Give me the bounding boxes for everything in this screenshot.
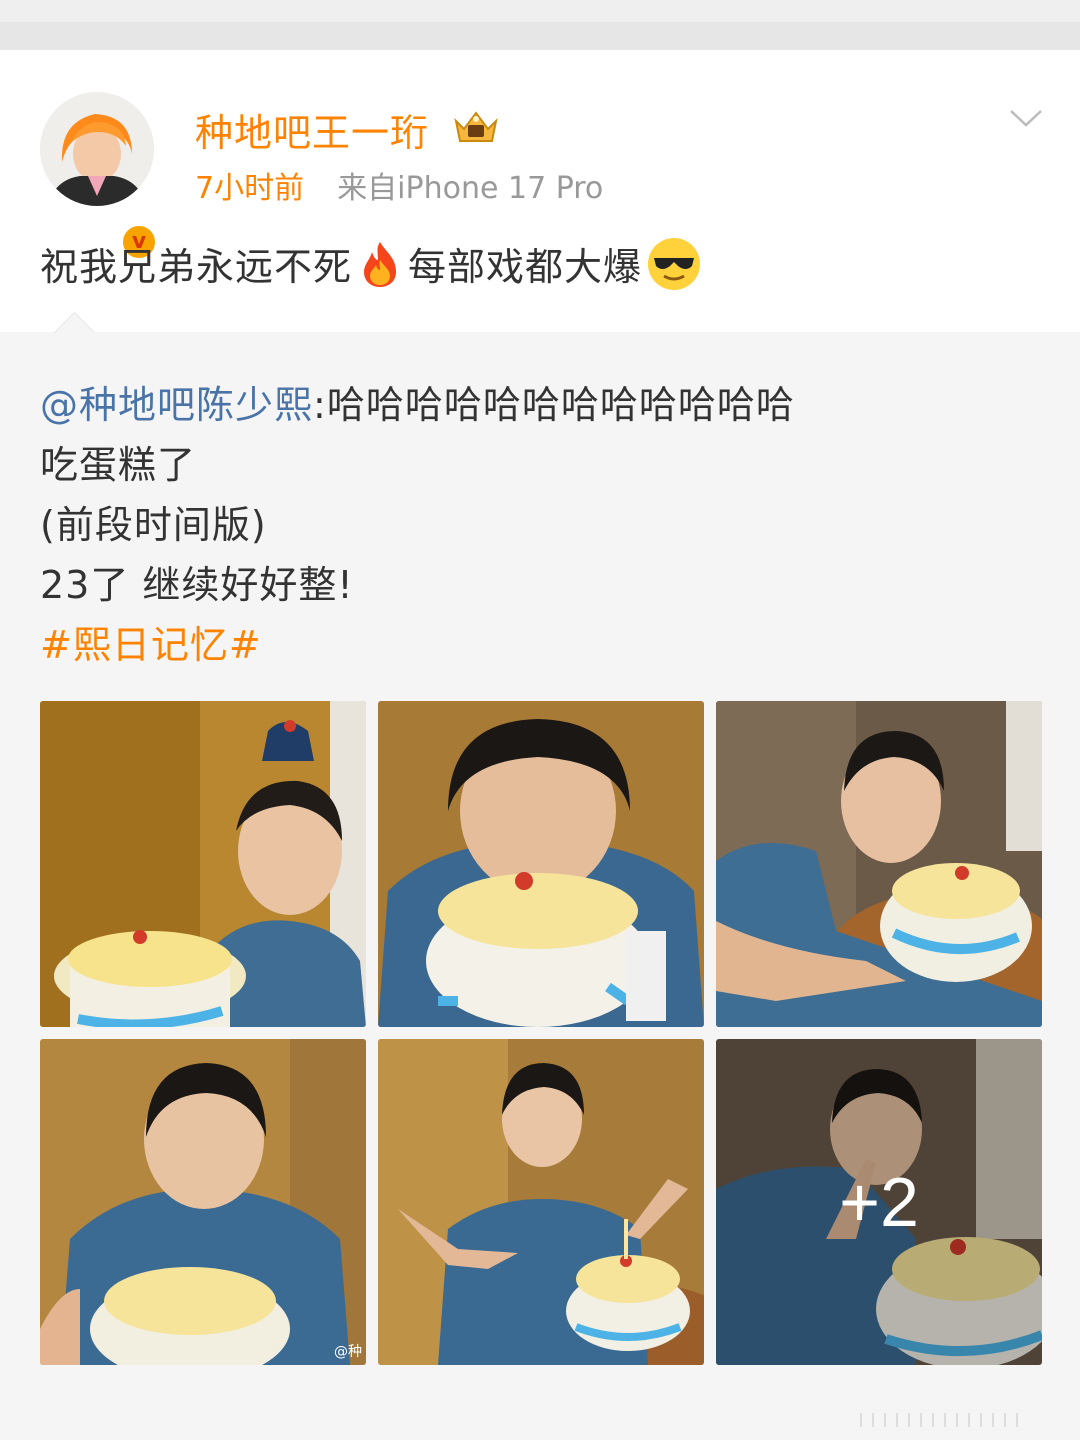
chevron-down-icon[interactable] xyxy=(1008,106,1044,130)
post-text-part2: 每部戏都大爆 xyxy=(408,245,643,289)
more-photos-overlay[interactable]: +2 xyxy=(716,1039,1042,1365)
photo-5[interactable] xyxy=(378,1039,704,1365)
top-separator xyxy=(0,0,1080,50)
post-header: v 种地吧王一珩 7小时前 来自iPhone 17 Pro 祝我兄弟永远不死 每… xyxy=(0,50,1080,332)
photo-4[interactable]: @种 xyxy=(40,1039,366,1365)
post-meta: 7小时前 来自iPhone 17 Pro xyxy=(195,163,603,207)
photo-6[interactable]: +2 xyxy=(716,1039,1042,1365)
repost-text-1: :哈哈哈哈哈哈哈哈哈哈哈哈 xyxy=(313,383,795,427)
post-source: 来自iPhone 17 Pro xyxy=(337,171,604,206)
photo-3[interactable] xyxy=(716,701,1042,1027)
username-link[interactable]: 种地吧王一珩 xyxy=(195,102,429,157)
repost-line-4: 23了 继续好好整! xyxy=(40,563,354,607)
hashtag-link[interactable]: #熙日记忆# xyxy=(40,614,262,669)
sunglasses-emoji-icon xyxy=(648,238,701,290)
post-text-part1: 祝我兄弟永远不死 xyxy=(40,245,353,289)
photo-1[interactable] xyxy=(40,701,366,1027)
repost-line-1: @种地吧陈少熙:哈哈哈哈哈哈哈哈哈哈哈哈 xyxy=(40,374,795,429)
fire-emoji-icon xyxy=(364,242,397,287)
avatar[interactable] xyxy=(40,92,154,206)
photo-watermark: @种 xyxy=(334,1344,362,1360)
photo-2[interactable] xyxy=(378,701,704,1027)
repost-line-2: 吃蛋糕了 xyxy=(40,443,197,487)
crown-member-icon xyxy=(454,111,498,142)
photo-grid: @种 +2 xyxy=(40,701,1042,1365)
repost-card[interactable]: @种地吧陈少熙:哈哈哈哈哈哈哈哈哈哈哈哈 吃蛋糕了 (前段时间版) 23了 继续… xyxy=(0,311,1080,1440)
mention-link[interactable]: @种地吧陈少熙 xyxy=(40,383,313,427)
repost-line-3: (前段时间版) xyxy=(40,503,267,547)
post-text: 祝我兄弟永远不死 每部戏都大爆 xyxy=(40,236,702,292)
bottom-divider xyxy=(860,1412,1040,1427)
post-time[interactable]: 7小时前 xyxy=(195,171,304,206)
